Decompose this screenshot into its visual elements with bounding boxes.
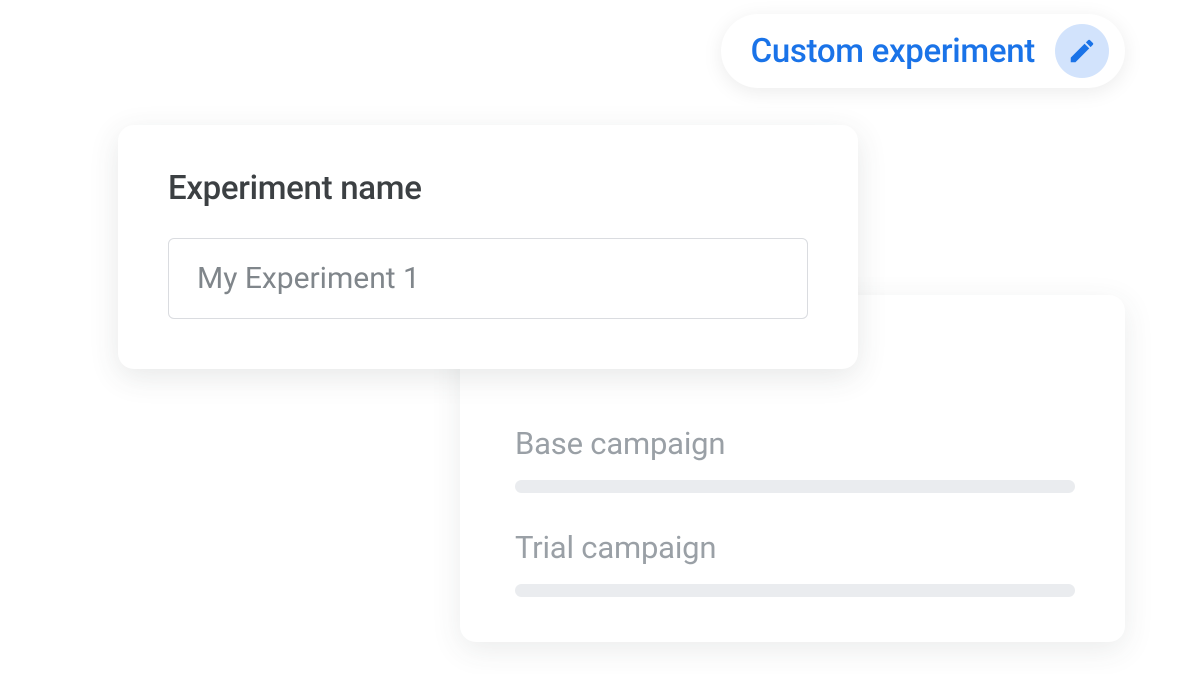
- trial-campaign-row: Trial campaign: [515, 529, 1075, 597]
- custom-experiment-chip[interactable]: Custom experiment: [721, 14, 1125, 88]
- base-campaign-row: Base campaign: [515, 425, 1075, 493]
- trial-campaign-placeholder: [515, 584, 1075, 597]
- experiment-name-input[interactable]: [168, 238, 808, 319]
- base-campaign-label: Base campaign: [515, 425, 1075, 462]
- base-campaign-placeholder: [515, 480, 1075, 493]
- pencil-icon[interactable]: [1055, 24, 1109, 78]
- trial-campaign-label: Trial campaign: [515, 529, 1075, 566]
- experiment-name-title: Experiment name: [168, 169, 808, 208]
- experiment-name-card: Experiment name: [118, 125, 858, 369]
- custom-experiment-label: Custom experiment: [751, 32, 1035, 71]
